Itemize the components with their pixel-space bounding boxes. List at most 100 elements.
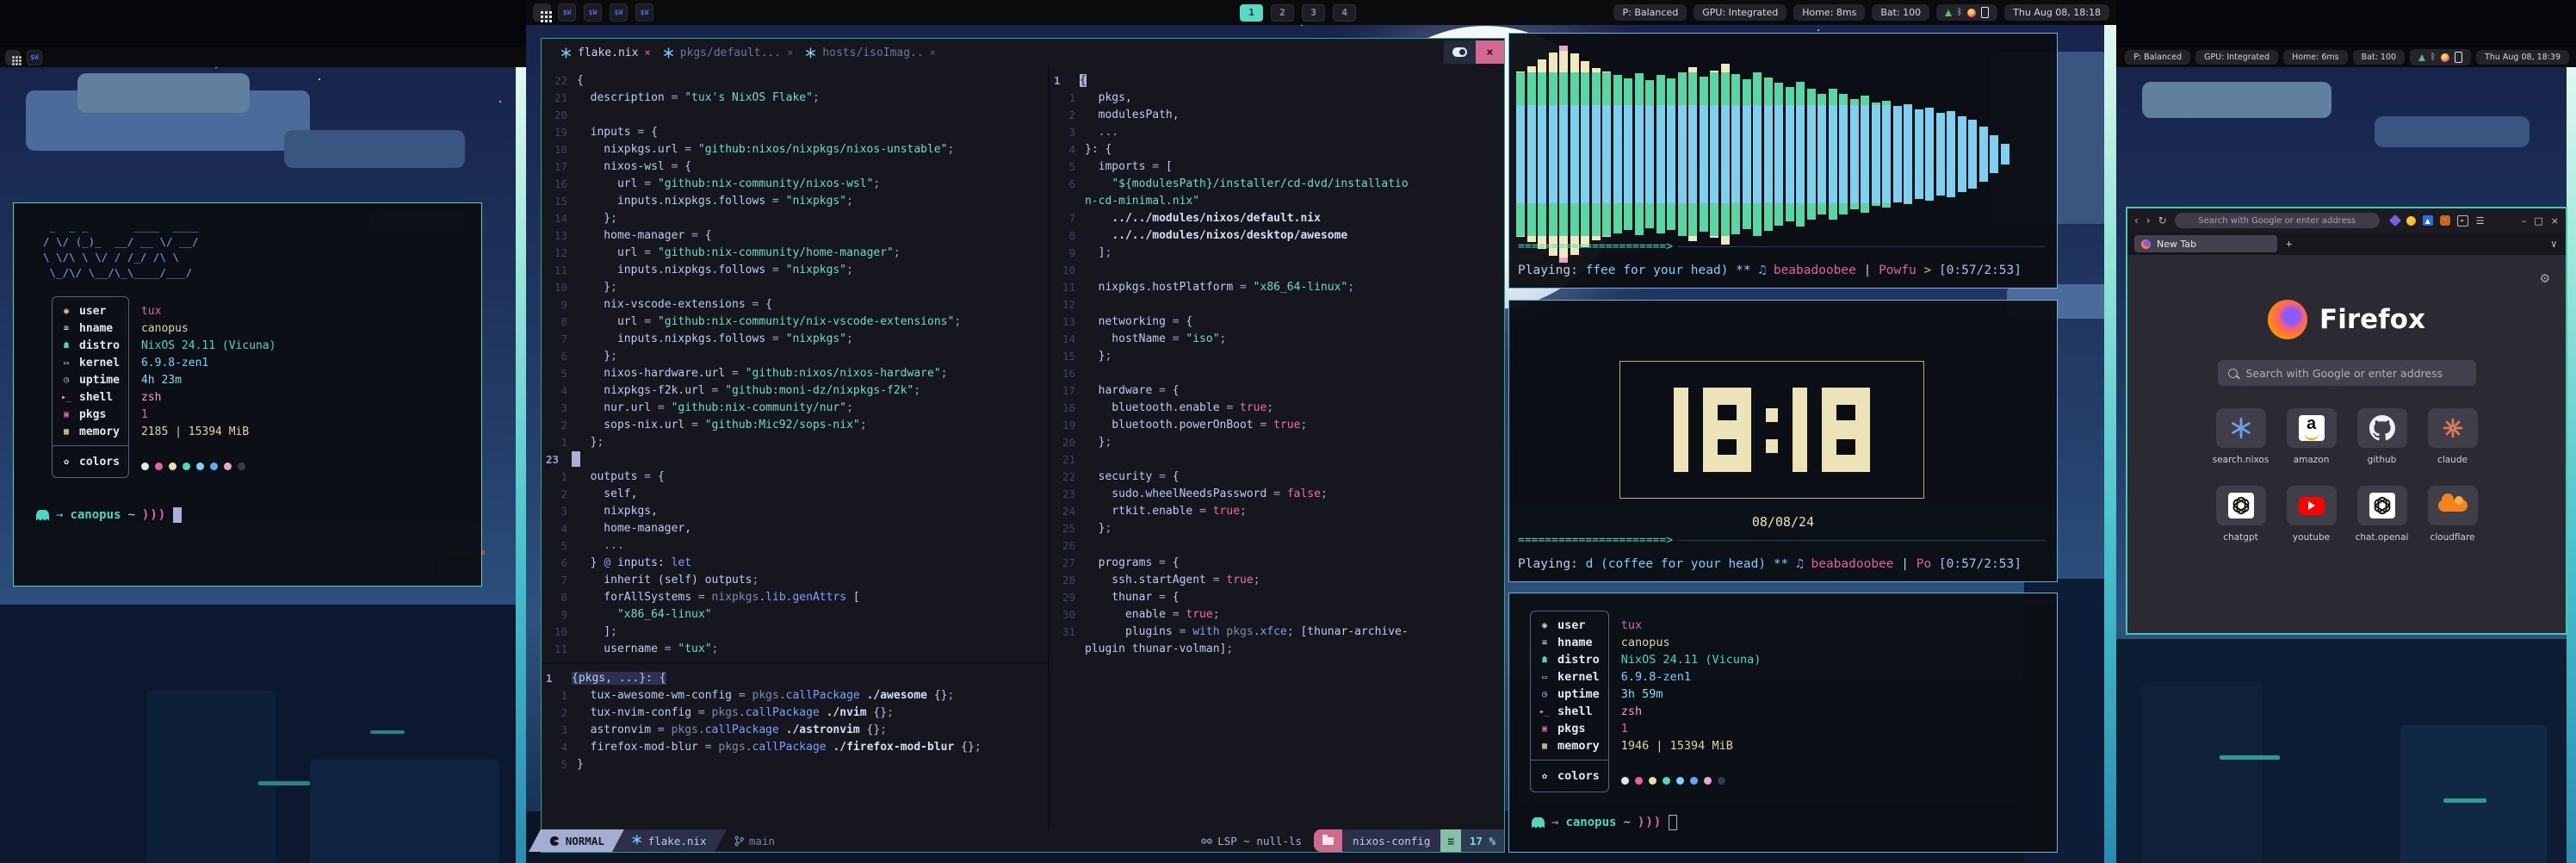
terminal-fastfetch-right[interactable]: ◉user≡hname☗distro▭kernel◷uptime▸_shell▣…: [1508, 593, 2058, 853]
extension-icon[interactable]: ▸: [2457, 215, 2468, 227]
phone-icon[interactable]: [2455, 52, 2462, 63]
shortcut-claude[interactable]: claude: [2428, 408, 2478, 465]
phone-icon[interactable]: [1981, 7, 1989, 18]
temperature-icon[interactable]: [2441, 53, 2449, 62]
fetch-value: NixOS 24.11 (Vicuna): [1621, 651, 1762, 668]
workspace-button-3[interactable]: 3: [1302, 4, 1325, 22]
editor-tab-flake-nix[interactable]: flake.nix×: [560, 47, 651, 59]
tab-close-icon[interactable]: ×: [644, 47, 650, 59]
back-button[interactable]: ‹: [2134, 214, 2139, 227]
scroll-lines-icon: ≡: [1440, 829, 1461, 852]
fetch-key-label: pkgs: [1557, 722, 1586, 736]
top-bar-main: $W$W$W$W 1234 P: BalancedGPU: Integrated…: [526, 0, 2116, 25]
audio-waveform: [1516, 46, 2011, 263]
code-line: 3 ...: [1050, 123, 1504, 140]
clock-digit-8: [1703, 388, 1751, 472]
palette-dot: [183, 463, 190, 470]
neovim-editor-window[interactable]: flake.nix× pkgs/default...× hosts/isoImag.…: [541, 38, 1505, 853]
ghost-icon: [36, 510, 49, 521]
launcher-button[interactable]: [533, 3, 551, 22]
workspace-button-4[interactable]: 4: [1333, 4, 1356, 22]
purple-diamond-icon[interactable]: [2389, 214, 2401, 227]
workspace-button-2[interactable]: 2: [1271, 4, 1294, 22]
waveform-bar: [1645, 46, 1654, 263]
shell-prompt[interactable]: →canopus~))): [1532, 815, 2057, 830]
shortcut-amazon[interactable]: aamazon: [2287, 408, 2337, 465]
window-close-button[interactable]: ×: [1476, 40, 1504, 64]
code-line: 5 nixos-hardware.url = "github:nixos/nix…: [542, 364, 1048, 382]
palette-dot: [1635, 777, 1643, 785]
network-icon[interactable]: [1945, 9, 1952, 16]
firefox-window[interactable]: ‹ › ↻ Search with Google or enter addres…: [2126, 207, 2567, 635]
playing-segment: Playing:: [1518, 557, 1586, 571]
buffer-iso-image-nix[interactable]: 1{1 pkgs,2 modulesPath,3 ...4}: {5 impor…: [1050, 66, 1504, 835]
line-number: 1: [1050, 91, 1085, 104]
buffer-flake-nix[interactable]: 22{21 description = "tux's NixOS Flake";…: [542, 66, 1048, 667]
launcher-button[interactable]: [5, 50, 21, 65]
menu-icon[interactable]: ☰: [2475, 215, 2486, 226]
app-tag-icon[interactable]: $W: [27, 50, 42, 65]
workspace-button-1[interactable]: 1: [1240, 4, 1263, 22]
code-line: 3 astronvim = pkgs.callPackage ./astronv…: [542, 721, 1048, 738]
new-tab-button[interactable]: +: [2286, 238, 2292, 250]
reload-button[interactable]: ↻: [2158, 214, 2167, 227]
personalize-gear-icon[interactable]: ⚙: [2539, 272, 2550, 286]
bluetooth-icon[interactable]: ᛒ: [1957, 9, 1962, 17]
shell-prompt[interactable]: →canopus~))): [36, 507, 481, 523]
app-tag-icon[interactable]: $W: [584, 3, 602, 22]
editor-tab-pkgs-default-[interactable]: pkgs/default...×: [663, 47, 794, 59]
code-text: rtkit.enable = true;: [1085, 505, 1247, 518]
shortcut-search-nixos[interactable]: search.nixos: [2216, 408, 2266, 465]
bitwarden-icon[interactable]: ▲: [2423, 215, 2433, 226]
pkgs-icon: ▣: [1539, 724, 1550, 734]
url-bar[interactable]: Search with Google or enter address: [2175, 213, 2380, 228]
prompt-cursor[interactable]: [1669, 815, 1677, 830]
line-number: 27: [1050, 556, 1085, 569]
orange-moon-icon[interactable]: [2406, 216, 2416, 226]
code-line: 8 ../../modules/nixos/desktop/awesome: [1050, 227, 1504, 244]
line-number: 15: [1050, 350, 1085, 363]
shortcut-chat-openai[interactable]: chat.openai: [2357, 486, 2407, 543]
fetch-keys-box: ◉user≡hname☗distro▭kernel◷uptime▸_shell▣…: [52, 296, 129, 478]
buffer-pkgs-default-nix[interactable]: 1{pkgs, ...}: {1 tux-awesome-wm-config =…: [542, 664, 1048, 835]
terminal-fastfetch-left[interactable]: _ _ _ ____ ____ / \/ (_)_ __/ __ \/ __/ …: [13, 202, 482, 587]
editor-tab-hosts-isoImag-[interactable]: hosts/isoImag..×: [805, 47, 936, 59]
terminal-tty-clock[interactable]: 08/08/24 ======================> Playing…: [1508, 300, 2058, 582]
tab-close-icon[interactable]: ×: [787, 47, 793, 59]
prompt-cursor[interactable]: [173, 507, 182, 523]
shortcut-github[interactable]: github: [2357, 408, 2407, 465]
uptime-icon: ◷: [61, 376, 71, 385]
app-tag-icon[interactable]: $W: [635, 3, 653, 22]
line-number: 13: [542, 229, 577, 242]
shortcut-youtube[interactable]: youtube: [2287, 486, 2337, 543]
line-number: 21: [542, 91, 577, 104]
tab-new-tab[interactable]: New Tab: [2134, 235, 2277, 252]
mastodon-icon[interactable]: ᵔ: [2440, 215, 2450, 226]
temperature-icon[interactable]: [1967, 9, 1976, 17]
bluetooth-icon[interactable]: ᛒ: [2430, 53, 2436, 62]
nixos-ascii-logo: _ _ _ ____ ____ / \/ (_)_ __/ __ \/ __/ …: [43, 219, 481, 281]
app-tag-icon[interactable]: $W: [610, 3, 628, 22]
minimize-button[interactable]: –: [2522, 215, 2527, 227]
code-text: ...: [1085, 126, 1118, 139]
terminal-cava-visualizer[interactable]: ======================> Playing: ffee fo…: [1508, 33, 2058, 289]
close-button[interactable]: ×: [2551, 215, 2559, 227]
app-tag-icon[interactable]: $W: [558, 3, 576, 22]
window-toggle-button[interactable]: [1444, 40, 1476, 64]
line-number: 16: [1050, 367, 1085, 380]
tab-overflow-button[interactable]: ∨: [2551, 238, 2557, 250]
fetch-values: tuxcanopusNixOS 24.11 (Vicuna)6.9.8-zen1…: [1621, 611, 1762, 785]
waveform-bar: [1688, 46, 1697, 263]
fetch-value: 3h 59m: [1621, 686, 1762, 703]
tab-close-icon[interactable]: ×: [930, 47, 936, 59]
lsp-label: LSP ~ null-ls: [1217, 835, 1302, 847]
code-line: 2 modulesPath,: [1050, 106, 1504, 123]
forward-button[interactable]: ›: [2146, 214, 2151, 227]
shortcut-cloudflare[interactable]: cloudflare: [2428, 486, 2478, 543]
shortcut-chatgpt[interactable]: chatgpt: [2216, 486, 2266, 543]
waveform-bar: [1893, 46, 1902, 263]
newtab-search-input[interactable]: Search with Google or enter address: [2218, 360, 2476, 386]
maximize-button[interactable]: □: [2534, 215, 2542, 227]
network-icon[interactable]: [2418, 54, 2425, 61]
palette-dot: [1621, 777, 1629, 785]
